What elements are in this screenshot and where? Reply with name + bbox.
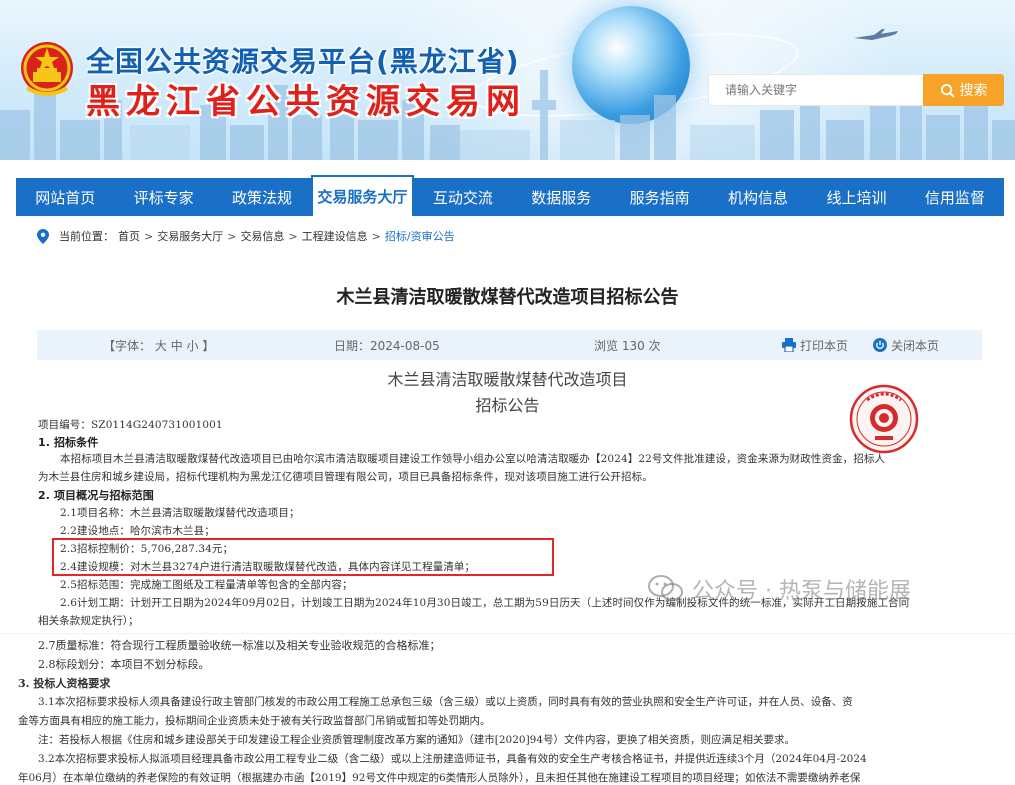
nav-item-online-training[interactable]: 线上培训 xyxy=(807,178,905,216)
article-title: 木兰县清洁取暖散煤替代改造项目招标公告 xyxy=(336,287,679,308)
breadcrumb-link-home[interactable]: 首页 xyxy=(118,228,140,244)
list-item: 2.5招标范围：完成施工图纸及工程量清单等包含的全部内容； xyxy=(60,579,353,591)
national-emblem-icon xyxy=(21,42,73,96)
breadcrumb-link-construction-info[interactable]: 工程建设信息 xyxy=(302,228,368,244)
main-nav: 网站首页 评标专家 政策法规 交易服务大厅 互动交流 数据服务 服务指南 机构信… xyxy=(16,175,1004,216)
paragraph-note: 注：若投标人根据《住房和城乡建设部关于印发建设工程企业资质管理制度改革方案的通知… xyxy=(38,734,796,746)
breadcrumb-separator: > xyxy=(288,229,298,243)
screenshot-seam xyxy=(0,633,1015,634)
list-item: 2.7质量标准：符合现行工程质量验收统一标准以及相关专业验收规范的合格标准； xyxy=(38,639,441,652)
publish-date: 日期：2024-08-05 xyxy=(334,338,440,353)
print-button[interactable]: 打印本页 xyxy=(782,337,848,354)
list-item: 2.1项目名称：木兰县清洁取暖散煤替代改造项目； xyxy=(60,507,300,519)
nav-item-policies[interactable]: 政策法规 xyxy=(213,178,311,216)
print-icon xyxy=(782,338,796,352)
font-size-control: 【字体： 大 中 小 】 xyxy=(103,337,214,354)
wechat-icon xyxy=(648,575,683,601)
breadcrumb-link-trading-hall[interactable]: 交易服务大厅 xyxy=(157,228,223,244)
paragraph-line: 本招标项目木兰县清洁取暖散煤替代改造项目已由哈尔滨市清洁取暖项目建设工作领导小组… xyxy=(60,453,886,465)
search-button[interactable]: 搜索 xyxy=(923,74,1004,106)
breadcrumb-prefix: 当前位置： xyxy=(59,230,114,243)
paragraph-line: 金等方面具有相应的施工能力，投标期间企业资质未处于被有关行政监督部门吊销或暂扣等… xyxy=(18,715,491,727)
close-page-label: 关闭本页 xyxy=(891,338,940,353)
wechat-watermark: 公众号 · 热泵与储能展 xyxy=(648,573,911,605)
header-banner: 全国公共资源交易平台(黑龙江省) 黑龙江省公共资源交易网 搜索 xyxy=(0,0,1015,160)
close-circle-icon xyxy=(873,338,887,352)
font-size-large[interactable]: 大 xyxy=(155,339,167,353)
watermark-text: 公众号 · 热泵与储能展 xyxy=(692,579,911,604)
official-seal-icon xyxy=(849,384,919,454)
font-size-small[interactable]: 小 xyxy=(187,339,199,353)
search-button-label: 搜索 xyxy=(959,83,988,99)
nav-item-trading-hall[interactable]: 交易服务大厅 xyxy=(311,175,414,216)
nav-item-credit-supervision[interactable]: 信用监督 xyxy=(906,178,1004,216)
highlight-annotation-box xyxy=(52,538,554,576)
font-size-medium[interactable]: 中 xyxy=(171,339,183,353)
print-label: 打印本页 xyxy=(800,338,849,353)
paragraph-line: 3.1本次招标要求投标人须具备建设行政主管部门核发的市政公用工程施工总承包三级（… xyxy=(38,696,853,708)
section-heading: 3. 投标人资格要求 xyxy=(18,677,111,690)
nav-item-service-guide[interactable]: 服务指南 xyxy=(610,178,708,216)
section-heading: 2. 项目概况与招标范围 xyxy=(38,489,154,502)
list-item: 2.8标段划分：本项目不划分标段。 xyxy=(38,658,210,671)
nav-item-data-services[interactable]: 数据服务 xyxy=(512,178,610,216)
nav-item-institutions[interactable]: 机构信息 xyxy=(709,178,807,216)
search-icon xyxy=(940,83,955,98)
breadcrumb-separator: > xyxy=(371,229,381,243)
close-page-button[interactable]: 关闭本页 xyxy=(873,337,939,354)
breadcrumb-current[interactable]: 招标/资审公告 xyxy=(385,228,455,244)
paragraph-line: 年06月）在本单位缴纳的养老保险的有效证明（根据建办市函【2019】92号文件中… xyxy=(18,772,861,784)
project-number: 项目编号：SZ0114G240731001001 xyxy=(38,419,223,431)
nav-item-interaction[interactable]: 互动交流 xyxy=(414,178,512,216)
list-item-continuation: 相关条款规定执行）； xyxy=(38,615,139,627)
paragraph-line: 3.2本次招标要求投标人拟派项目经理具备市政公用工程专业二级（含二级）或以上注册… xyxy=(38,753,867,765)
breadcrumb: 当前位置： 首页 > 交易服务大厅 > 交易信息 > 工程建设信息 > 招标/资… xyxy=(37,226,455,246)
location-pin-icon xyxy=(37,228,49,244)
breadcrumb-separator: > xyxy=(227,229,237,243)
site-title-main: 黑龙江省公共资源交易网 xyxy=(86,82,526,122)
search-input[interactable] xyxy=(708,74,923,106)
font-size-end: 】 xyxy=(202,338,215,353)
list-item: 2.2建设地点：哈尔滨市木兰县； xyxy=(60,525,215,537)
breadcrumb-link-trading-info[interactable]: 交易信息 xyxy=(240,228,284,244)
view-count: 浏览 130 次 xyxy=(594,338,661,353)
paragraph-line: 为木兰县住房和城乡建设局，招标代理机构为黑龙江亿德项目管理有限公司，项目已具备招… xyxy=(38,471,653,483)
breadcrumb-separator: > xyxy=(144,229,154,243)
section-heading: 1. 招标条件 xyxy=(38,436,99,449)
font-size-label: 【字体： xyxy=(103,338,152,353)
nav-item-home[interactable]: 网站首页 xyxy=(16,178,114,216)
airplane-decoration xyxy=(854,29,898,40)
nav-item-experts[interactable]: 评标专家 xyxy=(114,178,212,216)
article-info-bar: 【字体： 大 中 小 】 日期：2024-08-05 浏览 130 次 打印本页… xyxy=(37,330,982,360)
